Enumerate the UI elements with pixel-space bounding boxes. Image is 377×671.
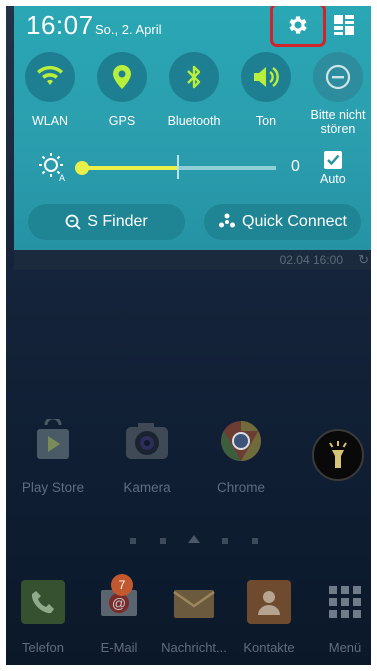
camera-icon <box>124 418 170 464</box>
app-label: Nachricht... <box>161 640 227 655</box>
toggle-label: WLAN <box>31 114 69 128</box>
clock-date: So., 2. April <box>95 22 162 37</box>
quick-connect-button[interactable]: Quick Connect <box>204 204 361 240</box>
s-finder-label: S Finder <box>87 213 148 230</box>
toggle-sound[interactable]: Ton <box>234 52 298 128</box>
toggle-label: Bitte nicht stören <box>310 108 366 136</box>
wifi-icon <box>25 52 75 102</box>
s-finder-button[interactable]: S Finder <box>28 204 185 240</box>
toggle-label: Bluetooth <box>167 114 221 128</box>
toggle-do-not-disturb[interactable]: Bitte nicht stören <box>306 52 370 136</box>
dock-phone[interactable]: Telefon <box>6 580 80 655</box>
app-label: Telefon <box>22 640 64 655</box>
brightness-slider-marker <box>177 155 179 179</box>
svg-text:@: @ <box>112 595 126 611</box>
notification-timestamp: 02.04 16:00 <box>279 253 343 267</box>
auto-brightness-checkbox[interactable] <box>324 151 342 169</box>
refresh-icon: ↻ <box>358 252 369 267</box>
toggle-label: GPS <box>108 114 136 128</box>
settings-button[interactable] <box>270 3 326 47</box>
location-pin-icon <box>97 52 147 102</box>
apps-grid-icon <box>323 580 367 624</box>
play-store-icon <box>30 418 76 464</box>
volume-icon <box>241 52 291 102</box>
app-label: E-Mail <box>100 640 138 655</box>
brightness-slider-fill <box>80 166 178 170</box>
dock-email[interactable]: @ 7 E-Mail <box>82 574 156 655</box>
unread-badge: 7 <box>111 574 133 596</box>
toggle-label: Ton <box>255 114 277 128</box>
dock-menu[interactable]: Menü <box>308 580 377 655</box>
toggle-gps[interactable]: GPS <box>90 52 154 128</box>
contacts-icon <box>247 580 291 624</box>
flashlight-widget[interactable] <box>312 429 364 481</box>
app-chrome[interactable]: Chrome <box>198 418 284 495</box>
quick-connect-icon <box>219 213 236 228</box>
quick-panel-grid-icon[interactable] <box>332 13 356 42</box>
home-page-icon <box>188 535 200 543</box>
page-indicator <box>128 535 258 545</box>
search-icon <box>65 214 81 230</box>
notification-strip[interactable]: 02.04 16:00 ↻ <box>14 250 377 270</box>
dock-contacts[interactable]: Kontakte <box>232 580 306 655</box>
app-camera[interactable]: Kamera <box>104 418 190 495</box>
app-label: Kontakte <box>243 640 295 655</box>
email-icon: @ 7 <box>97 574 141 624</box>
brightness-icon: A <box>38 152 68 187</box>
app-label: Kamera <box>123 480 171 495</box>
page-dot <box>130 538 136 544</box>
chrome-icon <box>218 418 264 464</box>
do-not-disturb-icon <box>313 52 363 102</box>
clock-time: 16:07 <box>26 10 94 40</box>
phone-icon <box>21 580 65 624</box>
checkmark-icon <box>327 154 340 166</box>
brightness-value: 0 <box>291 158 300 175</box>
bluetooth-icon <box>169 52 219 102</box>
quick-connect-label: Quick Connect <box>242 213 347 230</box>
auto-brightness-label: Auto <box>320 172 346 186</box>
toggle-bluetooth[interactable]: Bluetooth <box>162 52 226 128</box>
brightness-slider-handle[interactable] <box>75 161 89 175</box>
flashlight-icon <box>329 441 347 468</box>
app-label: Play Store <box>21 480 85 495</box>
message-icon <box>172 580 216 624</box>
app-label: Menü <box>328 640 362 655</box>
toggle-wlan[interactable]: WLAN <box>18 52 82 128</box>
app-label: Chrome <box>216 480 265 495</box>
app-play-store[interactable]: Play Store <box>10 418 96 495</box>
page-dot <box>222 538 228 544</box>
page-dot <box>160 538 166 544</box>
gear-icon <box>289 16 307 34</box>
dock-messages[interactable]: Nachricht... <box>157 580 231 655</box>
svg-text:A: A <box>59 173 65 182</box>
